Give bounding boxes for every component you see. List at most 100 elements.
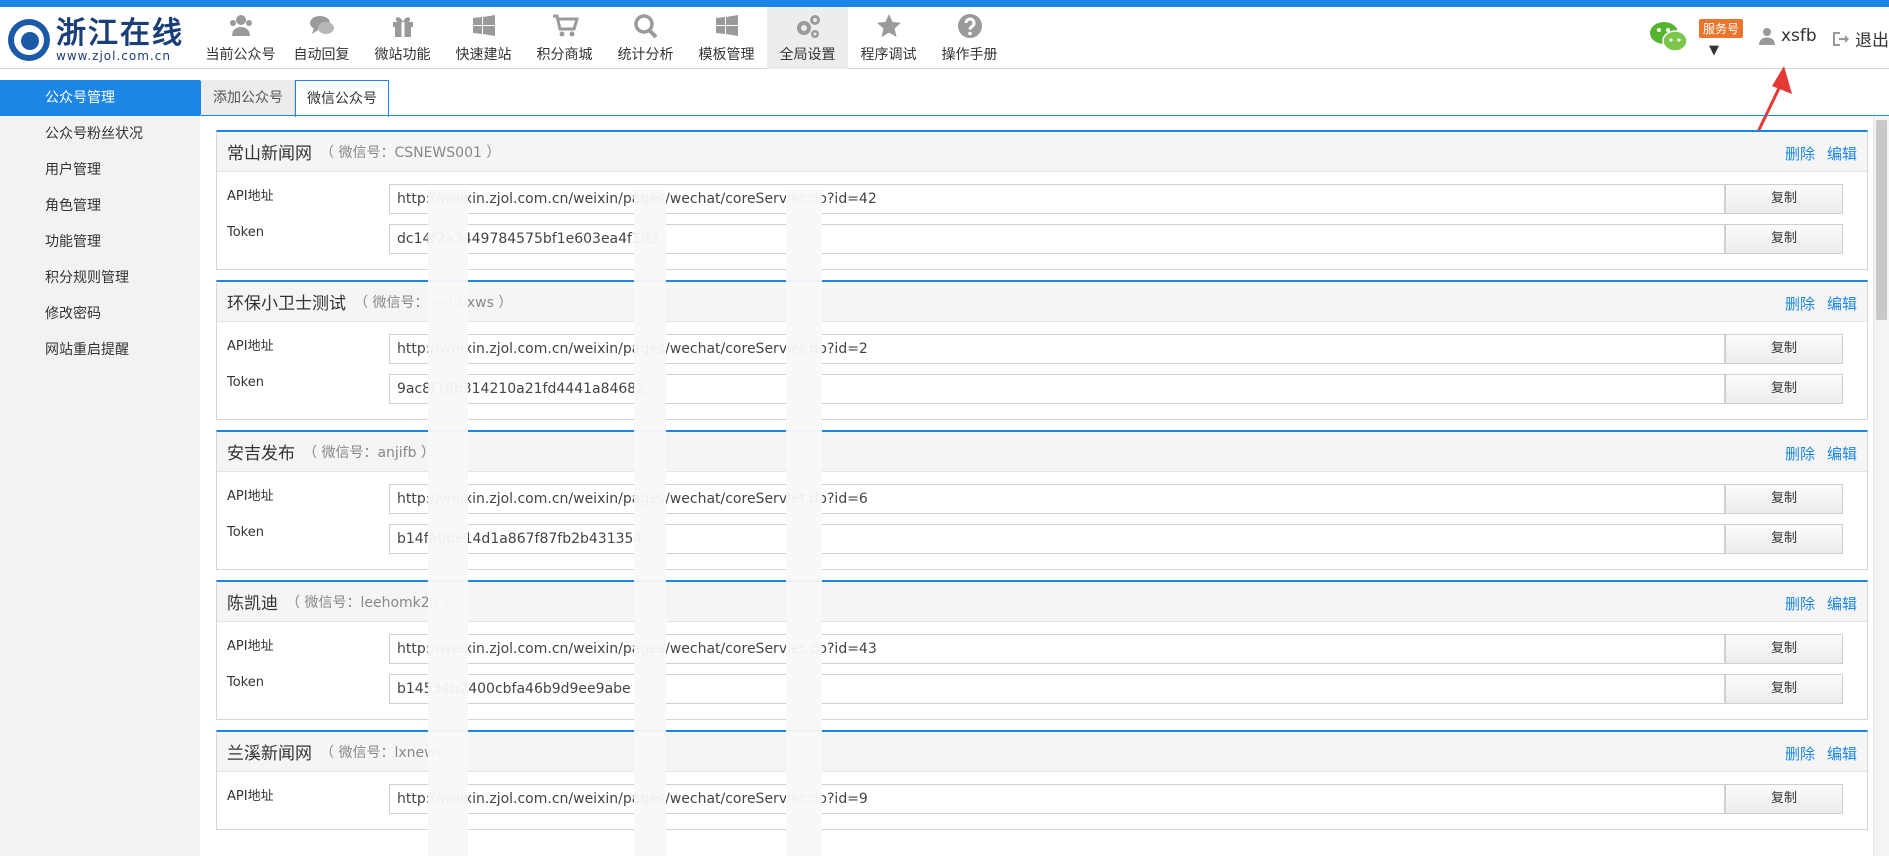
- nav-debug[interactable]: 程序调试: [848, 7, 929, 69]
- sidebar-item-points-rules[interactable]: 积分规则管理: [0, 260, 200, 296]
- brand-name: 浙江在线: [56, 16, 184, 51]
- account-wechat-id: （ 微信号：CSNEWS001 ）: [320, 144, 501, 161]
- edit-link[interactable]: 编辑: [1827, 743, 1857, 764]
- token-label: Token: [227, 375, 264, 390]
- nav-current-account[interactable]: 当前公众号: [200, 7, 281, 69]
- api-label: API地址: [227, 339, 274, 354]
- sidebar-item-fans[interactable]: 公众号粉丝状况: [0, 116, 200, 152]
- account-wechat-id: （ 微信号：leehomk20 ）: [286, 594, 458, 611]
- account-card: 常山新闻网 （ 微信号：CSNEWS001 ） 删除 编辑 API地址 http…: [216, 130, 1868, 270]
- top-accent-bar: [0, 0, 1889, 7]
- copy-token-button[interactable]: 复制: [1725, 374, 1843, 404]
- tab-add-account[interactable]: 添加公众号: [201, 80, 295, 116]
- api-label: API地址: [227, 189, 274, 204]
- sidebar-item-account-manage[interactable]: 公众号管理: [0, 80, 216, 116]
- help-icon: [956, 12, 984, 40]
- copy-api-button[interactable]: 复制: [1725, 634, 1843, 664]
- header: 浙江在线 www.zjol.com.cn 当前公众号 自动回复 微站功能 快速建…: [0, 7, 1889, 69]
- api-url-field[interactable]: http://weixin.zjol.com.cn/weixin/pages/w…: [389, 484, 1725, 514]
- star-icon: [875, 12, 903, 40]
- logout-button[interactable]: 退出: [1831, 26, 1889, 51]
- account-card: 兰溪新闻网 （ 微信号：lxnews ） 删除 编辑 API地址 http://…: [216, 730, 1868, 830]
- token-field[interactable]: b14fa0be14d1a867f87fb2b431354: [389, 524, 1725, 554]
- service-account-badge: 服务号: [1699, 19, 1744, 38]
- nav-global-settings[interactable]: 全局设置: [767, 7, 848, 69]
- api-url-field[interactable]: http://weixin.zjol.com.cn/weixin/pages/w…: [389, 184, 1725, 214]
- tab-wechat-accounts[interactable]: 微信公众号: [295, 80, 389, 117]
- logo-mark-icon: [8, 19, 50, 61]
- search-icon: [632, 12, 660, 40]
- edit-link[interactable]: 编辑: [1827, 443, 1857, 464]
- nav-template[interactable]: 模板管理: [686, 7, 767, 69]
- nav-statistics[interactable]: 统计分析: [605, 7, 686, 69]
- account-wechat-id: （ 微信号：xs-hbxws ）: [354, 294, 513, 311]
- nav-micro-site[interactable]: 微站功能: [362, 7, 443, 69]
- api-url-field[interactable]: http://weixin.zjol.com.cn/weixin/pages/w…: [389, 634, 1725, 664]
- brand-logo[interactable]: 浙江在线 www.zjol.com.cn: [8, 15, 184, 65]
- sidebar-item-roles[interactable]: 角色管理: [0, 188, 200, 224]
- user-menu[interactable]: xsfb: [1759, 26, 1817, 46]
- account-list: 常山新闻网 （ 微信号：CSNEWS001 ） 删除 编辑 API地址 http…: [216, 130, 1868, 840]
- main-nav: 当前公众号 自动回复 微站功能 快速建站 积分商城 统计分析 模板管理 全局设置…: [200, 7, 1010, 69]
- copy-api-button[interactable]: 复制: [1725, 184, 1843, 214]
- nav-quick-build[interactable]: 快速建站: [443, 7, 524, 69]
- sidebar-item-users[interactable]: 用户管理: [0, 152, 200, 188]
- api-label: API地址: [227, 639, 274, 654]
- scroll-thumb[interactable]: [1876, 120, 1887, 320]
- sidebar-item-restart-notice[interactable]: 网站重启提醒: [0, 332, 200, 368]
- copy-api-button[interactable]: 复制: [1725, 484, 1843, 514]
- cart-icon: [551, 12, 579, 40]
- account-card: 安吉发布 （ 微信号：anjifb ） 删除 编辑 API地址 http://w…: [216, 430, 1868, 570]
- windows-icon: [470, 12, 498, 40]
- edit-link[interactable]: 编辑: [1827, 143, 1857, 164]
- sidebar-item-functions[interactable]: 功能管理: [0, 224, 200, 260]
- token-label: Token: [227, 675, 264, 690]
- token-label: Token: [227, 225, 264, 240]
- scrollbar[interactable]: [1873, 116, 1889, 856]
- wechat-icon: [1649, 19, 1689, 55]
- chat-bubble-icon: [308, 12, 336, 40]
- token-field[interactable]: dc14f2a3449784575bf1e603ea4f1d3: [389, 224, 1725, 254]
- logout-icon: [1833, 31, 1849, 46]
- user-group-icon: [227, 12, 255, 40]
- copy-token-button[interactable]: 复制: [1725, 224, 1843, 254]
- edit-link[interactable]: 编辑: [1827, 293, 1857, 314]
- tab-bar: 添加公众号 微信公众号: [201, 80, 389, 117]
- sidebar-item-change-password[interactable]: 修改密码: [0, 296, 200, 332]
- delete-link[interactable]: 删除: [1785, 143, 1815, 164]
- copy-token-button[interactable]: 复制: [1725, 524, 1843, 554]
- token-field[interactable]: b14534b2400cbfa46b9d9ee9abe: [389, 674, 1725, 704]
- sidebar: 公众号管理 公众号粉丝状况 用户管理 角色管理 功能管理 积分规则管理 修改密码…: [0, 80, 216, 856]
- copy-api-button[interactable]: 复制: [1725, 784, 1843, 814]
- api-url-field[interactable]: http://weixin.zjol.com.cn/weixin/pages/w…: [389, 334, 1725, 364]
- api-label: API地址: [227, 789, 274, 804]
- copy-api-button[interactable]: 复制: [1725, 334, 1843, 364]
- gift-icon: [389, 12, 417, 40]
- account-card: 环保小卫士测试 （ 微信号：xs-hbxws ） 删除 编辑 API地址 htt…: [216, 280, 1868, 420]
- account-wechat-id: （ 微信号：anjifb ）: [303, 444, 435, 461]
- brand-url: www.zjol.com.cn: [56, 49, 171, 63]
- api-label: API地址: [227, 489, 274, 504]
- token-label: Token: [227, 525, 264, 540]
- account-name: 兰溪新闻网: [227, 744, 312, 764]
- edit-link[interactable]: 编辑: [1827, 593, 1857, 614]
- token-field[interactable]: 9ac8f18b314210a21fd4441a84682: [389, 374, 1725, 404]
- delete-link[interactable]: 删除: [1785, 443, 1815, 464]
- account-name: 环保小卫士测试: [227, 294, 346, 314]
- account-name: 常山新闻网: [227, 144, 312, 164]
- windows-icon: [713, 12, 741, 40]
- nav-auto-reply[interactable]: 自动回复: [281, 7, 362, 69]
- nav-points-mall[interactable]: 积分商城: [524, 7, 605, 69]
- account-name: 陈凯迪: [227, 594, 278, 614]
- delete-link[interactable]: 删除: [1785, 593, 1815, 614]
- delete-link[interactable]: 删除: [1785, 743, 1815, 764]
- nav-manual[interactable]: 操作手册: [929, 7, 1010, 69]
- api-url-field[interactable]: http://weixin.zjol.com.cn/weixin/pages/w…: [389, 784, 1725, 814]
- gears-icon: [794, 12, 822, 40]
- account-switch-caret[interactable]: ▼: [1709, 43, 1719, 58]
- copy-token-button[interactable]: 复制: [1725, 674, 1843, 704]
- tab-underline: [201, 115, 1889, 116]
- account-name: 安吉发布: [227, 444, 295, 464]
- account-card: 陈凯迪 （ 微信号：leehomk20 ） 删除 编辑 API地址 http:/…: [216, 580, 1868, 720]
- delete-link[interactable]: 删除: [1785, 293, 1815, 314]
